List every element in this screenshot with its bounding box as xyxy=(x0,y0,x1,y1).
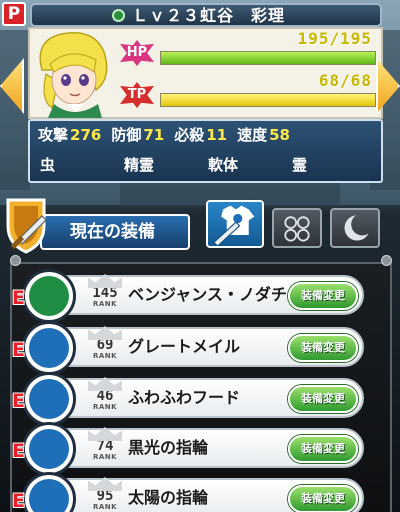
equipped-grade-label: E xyxy=(12,339,25,361)
item-name: 黒光の指輪 xyxy=(128,438,209,457)
hp-bar-fill xyxy=(161,52,375,64)
stat-attack: 攻撃 276 xyxy=(38,126,102,144)
rank-label: RANK xyxy=(92,403,118,411)
item-name: グレートメイル xyxy=(128,337,241,356)
accessory-icon xyxy=(284,216,310,242)
crown-icon xyxy=(88,427,122,441)
stat-speed: 速度 58 xyxy=(237,126,290,144)
change-equipment-button[interactable]: 装備変更 xyxy=(288,385,358,413)
equipment-title: 現在の装備 xyxy=(40,214,190,250)
rank-number: 145 xyxy=(92,285,118,301)
tp-bar-fill xyxy=(161,94,375,106)
hp-value: 195/195 xyxy=(297,29,372,48)
equipment-item-row[interactable]: E 46 RANK ふわふわフード 装備変更 xyxy=(12,372,364,426)
equipment-item-row[interactable]: E 95 RANK 太陽の指輪 装備変更 xyxy=(12,472,364,512)
moon-icon xyxy=(344,215,369,241)
trait: 精霊 xyxy=(124,156,155,174)
character-avatar xyxy=(39,32,108,118)
rank-number: 69 xyxy=(96,337,114,353)
ring-icon xyxy=(22,422,76,476)
change-equipment-button[interactable]: 装備変更 xyxy=(288,435,358,463)
level-icon xyxy=(112,9,125,22)
equipment-item-row[interactable]: E 74 RANK 黒光の指輪 装備変更 xyxy=(12,422,364,476)
hp-badge: HP xyxy=(120,40,154,66)
tp-badge: TP xyxy=(120,82,154,108)
weapon-tab[interactable] xyxy=(206,200,264,248)
special-tab[interactable] xyxy=(330,208,380,248)
change-equipment-button[interactable]: 装備変更 xyxy=(288,485,358,512)
ring-icon xyxy=(22,472,76,512)
trait: 虫 xyxy=(40,156,56,174)
stat-special: 必殺 11 xyxy=(174,126,228,144)
hp-row: 195/195 HP xyxy=(120,30,378,70)
rank-label: RANK xyxy=(92,503,118,511)
item-name: ベンジャンス・ノダチ xyxy=(128,285,287,304)
p-badge: P xyxy=(2,2,26,26)
change-equipment-button[interactable]: 装備変更 xyxy=(288,334,358,362)
crown-icon xyxy=(88,477,122,491)
equipment-header: 現在の装備 xyxy=(0,196,400,260)
item-name: ふわふわフード xyxy=(128,388,241,407)
rank-number: 95 xyxy=(96,488,114,504)
crown-icon xyxy=(88,377,122,391)
rank-badge: 46 RANK xyxy=(88,377,122,417)
rank-label: RANK xyxy=(92,352,118,360)
accessory-tab[interactable] xyxy=(272,208,322,248)
crown-icon xyxy=(88,326,122,340)
equipped-grade-label: E xyxy=(12,490,25,512)
equipped-grade-label: E xyxy=(12,390,25,412)
equipment-item-row[interactable]: E 145 RANK ベンジャンス・ノダチ 装備変更 xyxy=(12,269,364,323)
helmet-icon xyxy=(22,372,76,426)
shirt-sword-icon xyxy=(213,205,255,247)
rank-number: 46 xyxy=(96,388,114,404)
rank-badge: 69 RANK xyxy=(88,326,122,366)
traits-row: 虫 精霊 軟体 霊 xyxy=(40,155,376,175)
rank-badge: 74 RANK xyxy=(88,427,122,467)
tp-value: 68/68 xyxy=(318,71,372,90)
tp-row: 68/68 TP xyxy=(120,72,378,112)
trait: 霊 xyxy=(292,156,308,174)
equipped-grade-label: E xyxy=(12,287,25,309)
shirt-icon xyxy=(22,321,76,375)
change-equipment-button[interactable]: 装備変更 xyxy=(288,282,358,310)
rank-number: 74 xyxy=(96,438,114,454)
rank-label: RANK xyxy=(92,453,118,461)
level-name-text: Ｌｖ２３虹谷 彩理 xyxy=(132,6,286,25)
hp-bar xyxy=(160,51,376,65)
stat-defense: 防御 71 xyxy=(111,126,165,144)
equipped-grade-label: E xyxy=(12,440,25,462)
equipment-item-row[interactable]: E 69 RANK グレートメイル 装備変更 xyxy=(12,321,364,375)
rank-label: RANK xyxy=(92,300,118,308)
trait: 軟体 xyxy=(208,156,239,174)
item-name: 太陽の指輪 xyxy=(128,488,209,507)
rank-badge: 95 RANK xyxy=(88,477,122,512)
tp-bar xyxy=(160,93,376,107)
sword-icon xyxy=(22,269,76,323)
rank-badge: 145 RANK xyxy=(88,274,122,314)
crown-icon xyxy=(88,274,122,288)
stats-panel: 攻撃 276 防御 71 必殺 11 速度 58 虫 精霊 軟体 霊 xyxy=(28,119,383,183)
stats-row: 攻撃 276 防御 71 必殺 11 速度 58 xyxy=(38,125,300,145)
level-name-bar: Ｌｖ２３虹谷 彩理 xyxy=(30,3,382,27)
shield-sword-icon xyxy=(6,198,47,254)
